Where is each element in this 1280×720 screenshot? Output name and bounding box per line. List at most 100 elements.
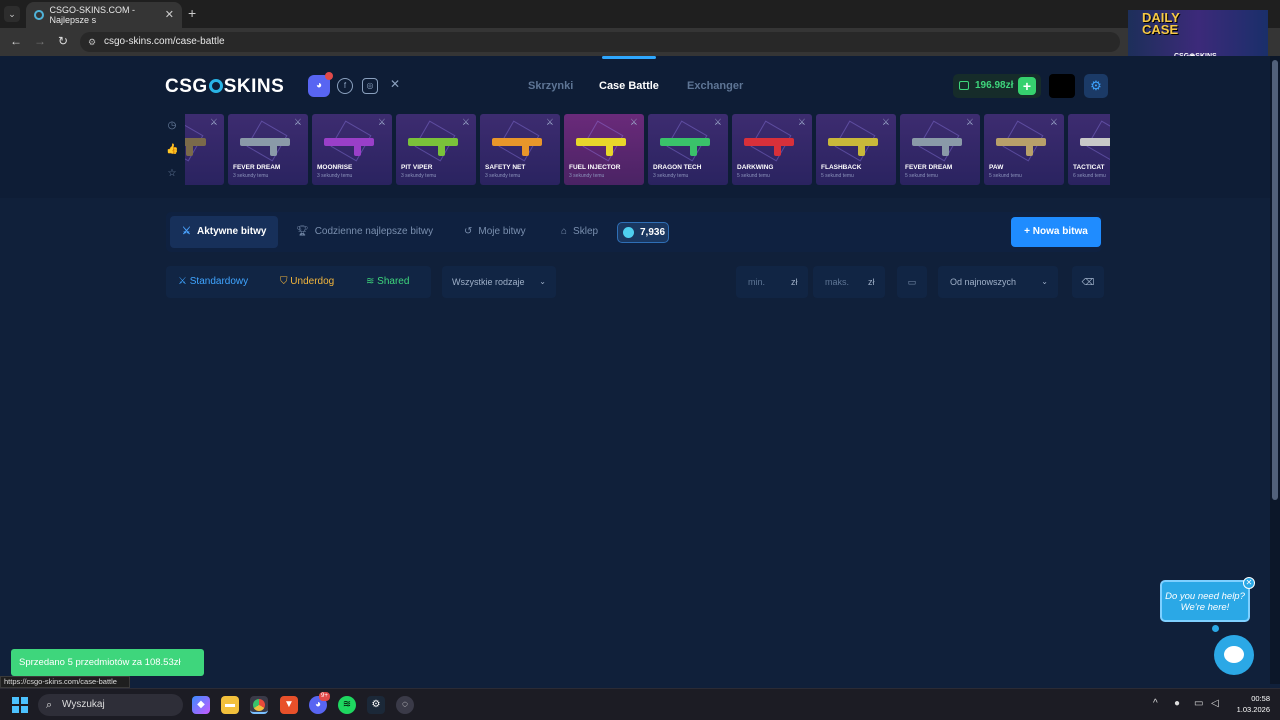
- mode-shared[interactable]: ≋ Shared: [366, 266, 409, 298]
- case-battle-icon: ⚔: [461, 117, 470, 127]
- tab-search-button[interactable]: ⌄: [4, 6, 20, 22]
- x-twitter-icon[interactable]: ✕: [387, 78, 403, 94]
- windows-taskbar: ⌕ Wyszukaj ◆ ▬ ▼ ◕ 9+ ≋ ⚙ ◌ ^ ● ▭ ◁ 00:58…: [0, 688, 1280, 720]
- clear-filters-eraser-icon[interactable]: ⌫: [1072, 266, 1104, 298]
- drop-card[interactable]: ⚔ DARKWING 5 sekund temu: [732, 114, 812, 185]
- site-info-icon[interactable]: ⚙: [88, 32, 96, 52]
- case-battle-icon: ⚔: [965, 117, 974, 127]
- drop-card[interactable]: ⚔ FEVER DREAM 3 sekundy temu: [228, 114, 308, 185]
- reload-icon[interactable]: ↻: [58, 34, 68, 48]
- address-bar[interactable]: ⚙ csgo-skins.com/case-battle: [80, 32, 1120, 52]
- drop-skin-name: FLASHBACK: [821, 164, 862, 171]
- coin-balance[interactable]: 7,936: [617, 222, 669, 243]
- drop-skin-name: DARKWING: [737, 164, 774, 171]
- nav-case-battle[interactable]: Case Battle: [599, 80, 659, 92]
- chrome-icon[interactable]: [250, 696, 268, 714]
- browser-tab[interactable]: CSGO-SKINS.COM - Najlepsze s ✕: [26, 2, 182, 28]
- weapon-skin-icon: [996, 138, 1046, 146]
- steam-icon[interactable]: ⚙: [367, 696, 385, 714]
- case-battle-icon: ⚔: [713, 117, 722, 127]
- drop-card[interactable]: ⚔ FUEL INJECTOR 3 sekundy temu: [564, 114, 644, 185]
- microphone-icon[interactable]: ●: [1174, 698, 1180, 709]
- site-favicon-icon: [34, 10, 44, 20]
- tray-overflow-icon[interactable]: ^: [1153, 698, 1158, 709]
- daily-case-promo[interactable]: DAILYCASE CSG◉SKINS: [1128, 10, 1268, 60]
- weapon-grip-icon: [438, 144, 445, 156]
- calendar-icon[interactable]: ▭: [897, 266, 927, 298]
- discord-taskbar-icon[interactable]: ◕ 9+: [309, 692, 330, 714]
- active-nav-indicator: [602, 56, 656, 59]
- crossed-swords-icon: ⚔: [182, 226, 191, 237]
- drop-card[interactable]: ⚔ PAW 5 sekund temu: [984, 114, 1064, 185]
- add-funds-button[interactable]: +: [1018, 77, 1036, 95]
- weapon-skin-icon: [408, 138, 458, 146]
- drop-card[interactable]: ⚔Eemu: [185, 114, 224, 185]
- drop-card[interactable]: ⚔ FEVER DREAM 5 sekund temu: [900, 114, 980, 185]
- taskbar-clock[interactable]: 00:58 1.03.2026: [1226, 693, 1270, 715]
- battle-types-select[interactable]: Wszystkie rodzaje ⌄: [442, 266, 556, 298]
- case-battle-icon: ⚔: [209, 117, 218, 127]
- top-drops-thumbs-up-icon[interactable]: 👍: [166, 144, 178, 156]
- max-price-field[interactable]: maks. zł: [813, 266, 885, 298]
- mode-underdog[interactable]: ⛉ Underdog: [280, 266, 334, 298]
- drop-skin-name: FUEL INJECTOR: [569, 164, 621, 171]
- drop-card[interactable]: ⚔ SAFETY NET 3 sekundy temu: [480, 114, 560, 185]
- nav-skrzynki[interactable]: Skrzynki: [528, 80, 573, 92]
- nav-exchanger[interactable]: Exchanger: [687, 80, 743, 92]
- spotify-icon[interactable]: ≋: [338, 696, 356, 714]
- drop-card[interactable]: ⚔ PIT VIPER 3 sekundy temu: [396, 114, 476, 185]
- mode-standard[interactable]: ⚔ Standardowy: [178, 266, 248, 298]
- close-help-icon[interactable]: ✕: [1243, 577, 1255, 589]
- favorite-drops-star-icon[interactable]: ☆: [166, 168, 178, 180]
- case-battle-icon: ⚔: [629, 117, 638, 127]
- tab-daily-best-battles[interactable]: 🏆︎ Codzienne najlepsze bitwy: [296, 212, 433, 252]
- brave-icon[interactable]: ▼: [280, 696, 298, 714]
- copilot-icon[interactable]: ◆: [192, 696, 210, 714]
- promo-title: DAILY CASE: [1142, 10, 1180, 37]
- sort-select[interactable]: Od najnowszych ⌄: [938, 266, 1058, 298]
- instagram-icon[interactable]: ◎: [362, 78, 378, 94]
- file-explorer-icon[interactable]: ▬: [221, 696, 239, 714]
- min-price-field[interactable]: min. zł: [736, 266, 808, 298]
- sale-notification-toast: Sprzedano 5 przedmiotów za 108.53zł: [11, 649, 204, 676]
- drop-time: 3 sekundy temu: [569, 173, 605, 179]
- facebook-icon[interactable]: f: [337, 78, 353, 94]
- drop-skin-name: DRAGON TECH: [653, 164, 702, 171]
- tab-shop[interactable]: ⌂ Sklep: [561, 212, 598, 252]
- notification-dot: [325, 72, 333, 80]
- weapon-grip-icon: [186, 144, 193, 156]
- basket-icon: ⌂: [561, 226, 568, 237]
- network-icon[interactable]: ▭: [1194, 698, 1203, 709]
- scrollbar-thumb[interactable]: [1272, 60, 1278, 500]
- volume-icon[interactable]: ◁: [1211, 698, 1219, 709]
- tab-my-battles[interactable]: ↺ Moje bitwy: [464, 212, 526, 252]
- tab-active-battles[interactable]: ⚔ Aktywne bitwy: [170, 216, 279, 248]
- weapon-grip-icon: [270, 144, 277, 156]
- new-tab-icon[interactable]: +: [188, 5, 196, 21]
- forward-icon[interactable]: →: [34, 34, 46, 48]
- chat-button[interactable]: [1214, 635, 1254, 675]
- app-icon[interactable]: ◌: [396, 696, 414, 714]
- site-logo[interactable]: CSG SKINS: [165, 76, 284, 98]
- page-scrollbar[interactable]: [1270, 56, 1280, 684]
- live-drops-feed: ⚔Eemu⚔FEVER DREAM3 sekundy temu⚔MOONRISE…: [185, 114, 1110, 186]
- drop-card[interactable]: ⚔TACTICAT6 sekund temu: [1068, 114, 1110, 185]
- close-tab-icon[interactable]: ✕: [165, 8, 174, 21]
- drop-card[interactable]: ⚔ MOONRISE 3 sekundy temu: [312, 114, 392, 185]
- help-bubble[interactable]: Do you need help? We're here!: [1160, 580, 1250, 622]
- settings-gear-icon[interactable]: ⚙: [1084, 74, 1108, 98]
- drop-time: 3 sekundy temu: [485, 173, 521, 179]
- discord-icon[interactable]: ◕: [308, 72, 333, 97]
- weapon-grip-icon: [858, 144, 865, 156]
- new-battle-button[interactable]: + Nowa bitwa: [1011, 217, 1101, 247]
- drop-time: 5 sekund temu: [905, 173, 938, 179]
- drop-card[interactable]: ⚔ FLASHBACK 5 sekund temu: [816, 114, 896, 185]
- drop-time: 5 sekund temu: [737, 173, 770, 179]
- windows-start-icon[interactable]: [12, 697, 28, 713]
- taskbar-search-box[interactable]: ⌕ Wyszukaj: [38, 694, 183, 716]
- user-avatar[interactable]: [1049, 74, 1075, 98]
- drop-card[interactable]: ⚔ DRAGON TECH 3 sekundy temu: [648, 114, 728, 185]
- trophy-icon: 🏆︎: [296, 226, 309, 237]
- recent-drops-clock-icon[interactable]: ◷: [166, 120, 178, 132]
- back-icon[interactable]: ←: [10, 34, 22, 48]
